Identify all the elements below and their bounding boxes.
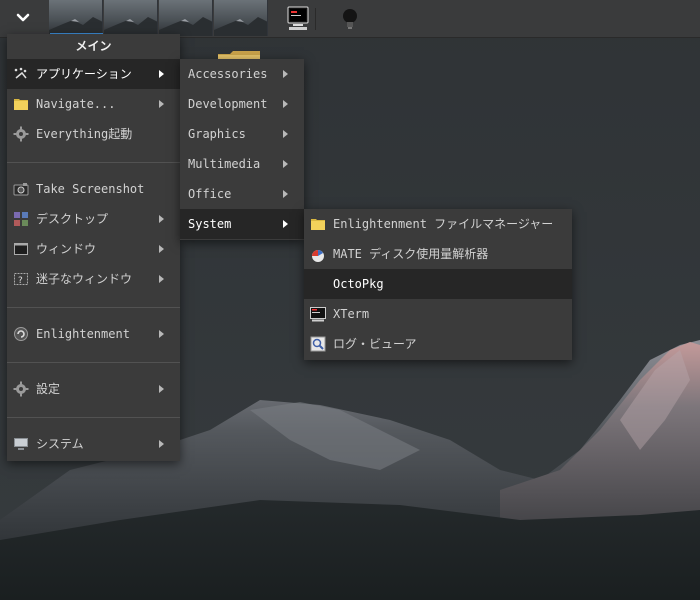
menu-separator [7,162,180,163]
menu-item-everything[interactable]: Everything起動 [7,119,180,149]
menu-item-label: Everything起動 [36,127,133,141]
submenu-arrow-icon [159,330,164,338]
menu-item-label: Take Screenshot [36,182,145,196]
menu-item-label: Enlightenment ファイルマネージャー [333,217,554,231]
desktop-grid-icon [14,212,28,226]
main-menu: メイン アプリケーション Navigate... Everything起動 Ta… [7,34,180,461]
pager-desk-4[interactable] [214,0,268,36]
submenu-arrow-icon [159,70,164,78]
menu-item-label: 迷子なウィンドウ [36,272,133,286]
pager-desk-1[interactable] [49,0,103,36]
menu-item-label: OctoPkg [333,277,384,291]
enlightenment-icon [14,327,28,341]
gear-icon [13,126,29,142]
camera-icon [13,183,29,196]
menu-item-applications[interactable]: アプリケーション [7,59,180,89]
menu-item-label: MATE ディスク使用量解析器 [333,247,489,261]
bulb-icon[interactable] [340,8,360,30]
menu-item-label: Multimedia [188,157,261,171]
menu-item-disk-usage[interactable]: MATE ディスク使用量解析器 [304,239,572,269]
menu-item-system[interactable]: システム [7,429,180,459]
menu-item-multimedia[interactable]: Multimedia [180,149,304,179]
submenu-arrow-icon [283,220,288,228]
menu-separator [7,362,180,363]
menu-item-window[interactable]: ウィンドウ [7,234,180,264]
menu-separator [7,307,180,308]
menu-item-xterm[interactable]: XTerm [304,299,572,329]
submenu-arrow-icon [283,100,288,108]
menu-item-log-viewer[interactable]: ログ・ビューア [304,329,572,359]
menu-item-settings[interactable]: 設定 [7,374,180,404]
menu-item-label: System [188,217,232,231]
submenu-arrow-icon [283,130,288,138]
menu-separator [7,417,180,418]
menu-item-label: アプリケーション [36,67,132,81]
menu-item-lost-windows[interactable]: ? 迷子なウィンドウ [7,264,180,294]
computer-icon [14,438,28,450]
applications-submenu: Accessories Development Graphics Multime… [180,59,304,240]
lost-window-icon: ? [14,273,28,286]
menu-item-label: Navigate... [36,97,116,111]
menu-item-label: ウィンドウ [36,242,97,256]
menu-item-accessories[interactable]: Accessories [180,59,304,89]
menu-item-graphics[interactable]: Graphics [180,119,304,149]
menu-item-label: Enlightenment [36,327,130,341]
submenu-arrow-icon [159,245,164,253]
settings-gear-icon [13,381,29,397]
folder-icon [14,99,28,110]
folder-icon [311,219,325,230]
menu-item-enlightenment[interactable]: Enlightenment [7,319,180,349]
menu-item-label: XTerm [333,307,370,321]
main-menu-title: メイン [75,39,112,53]
submenu-arrow-icon [159,275,164,283]
menu-item-system-category[interactable]: System [180,209,304,239]
menu-item-office[interactable]: Office [180,179,304,209]
menu-item-label: ログ・ビューア [333,337,417,351]
submenu-arrow-icon [159,385,164,393]
menu-item-development[interactable]: Development [180,89,304,119]
pager-desk-3[interactable] [159,0,213,36]
menu-item-label: システム [36,437,84,451]
submenu-arrow-icon [159,215,164,223]
start-menu-button[interactable] [4,2,42,34]
disk-usage-icon [312,250,324,262]
top-shelf [0,0,700,38]
menu-item-take-screenshot[interactable]: Take Screenshot [7,174,180,204]
submenu-arrow-icon [159,100,164,108]
submenu-arrow-icon [159,440,164,448]
tray-separator [315,8,316,30]
system-submenu: Enlightenment ファイルマネージャー MATE ディスク使用量解析器… [304,209,572,360]
log-viewer-icon [310,336,326,352]
submenu-arrow-icon [283,160,288,168]
pager-desk-2[interactable] [104,0,158,36]
menu-item-label: Accessories [188,67,268,81]
menu-item-label: 設定 [36,382,61,396]
menu-item-label: Office [188,187,232,201]
menu-item-label: Graphics [188,127,246,141]
menu-item-navigate[interactable]: Navigate... [7,89,180,119]
submenu-arrow-icon [283,190,288,198]
submenu-arrow-icon [283,70,288,78]
chevron-down-icon [16,13,30,22]
svg-text:?: ? [18,276,23,286]
menu-item-label: デスクトップ [36,212,109,226]
terminal-icon [310,307,326,322]
window-icon [14,243,28,255]
menu-item-file-manager[interactable]: Enlightenment ファイルマネージャー [304,209,572,239]
xterm-icon[interactable] [287,5,309,31]
menu-item-desktop[interactable]: デスクトップ [7,204,180,234]
menu-item-label: Development [188,97,268,111]
menu-item-octopkg[interactable]: OctoPkg [304,269,572,299]
applications-icon [14,67,27,79]
